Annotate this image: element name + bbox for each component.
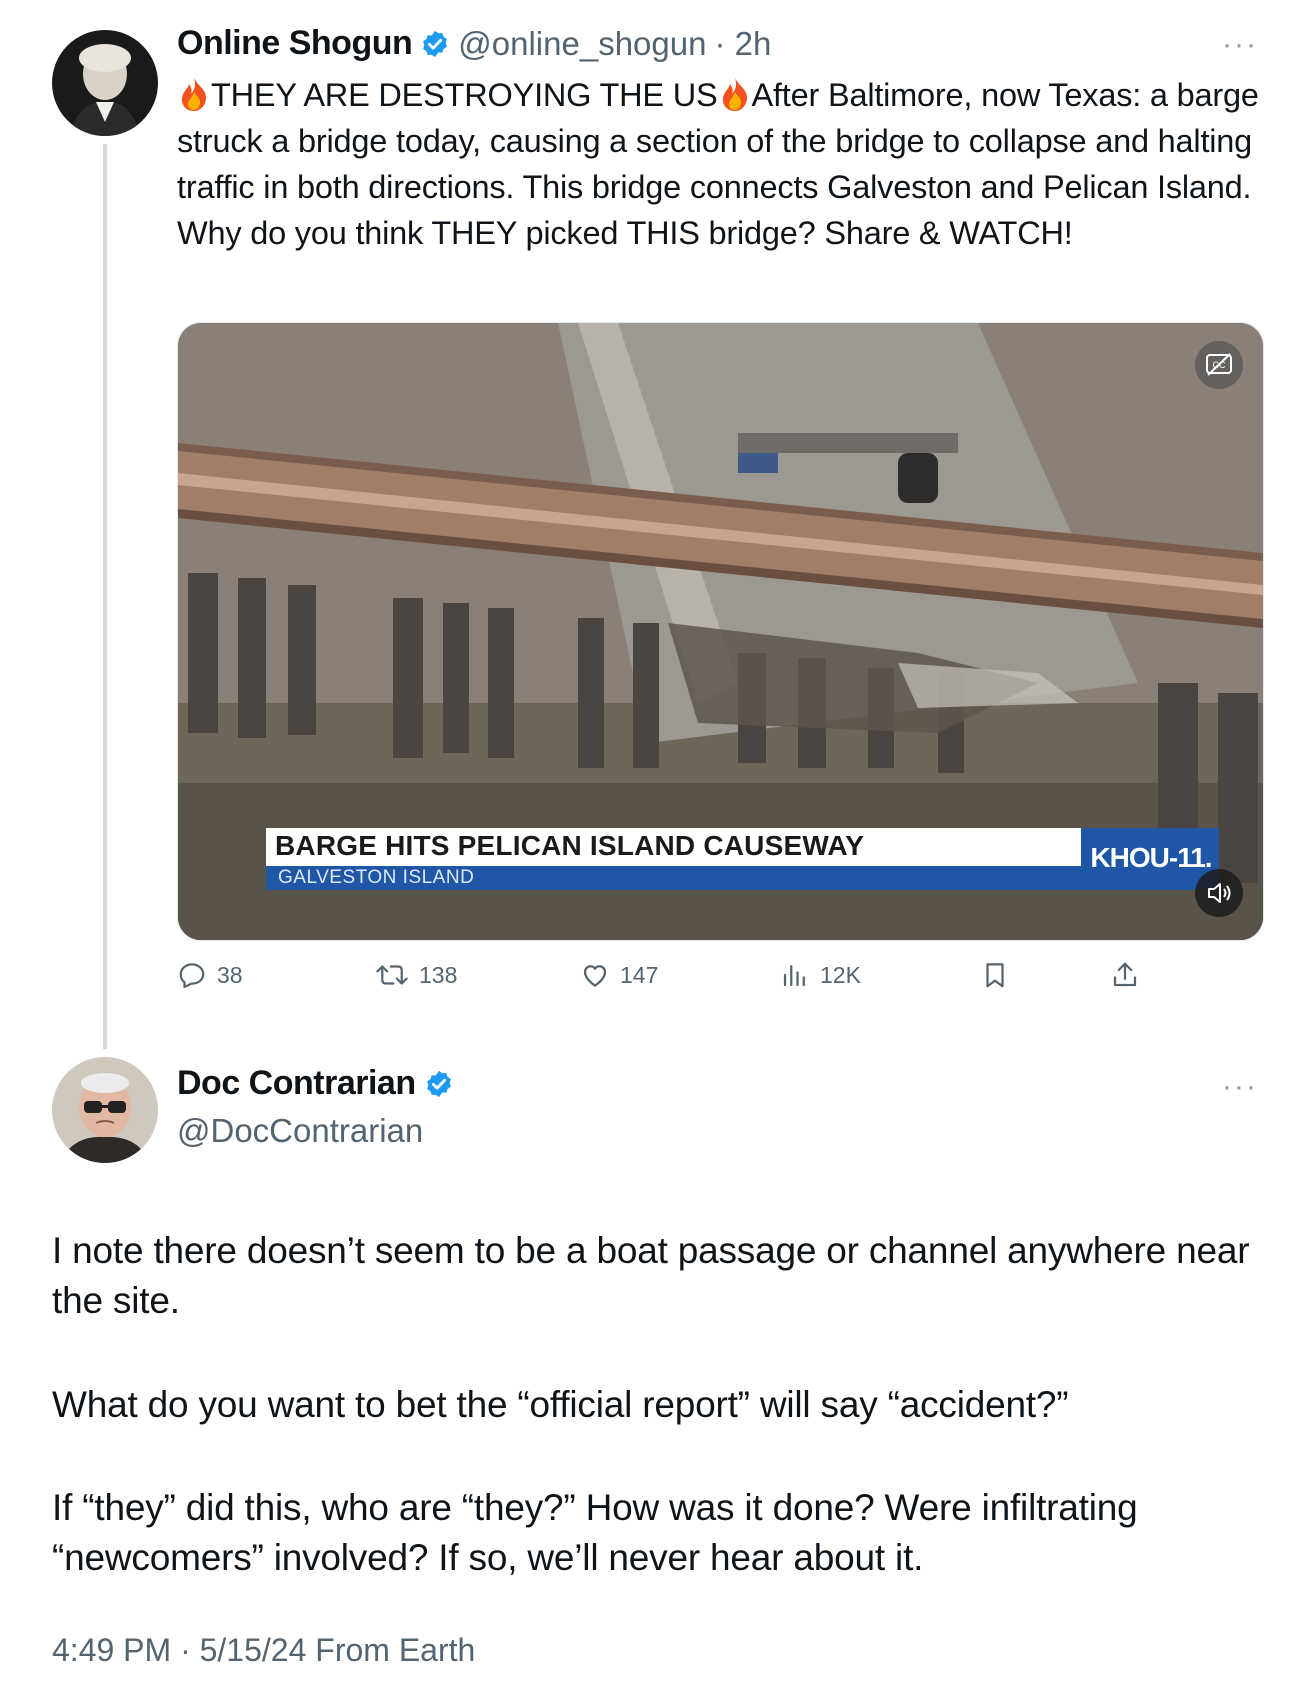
reply-paragraph-3: If “they” did this, who are “they?” How …: [52, 1487, 1138, 1578]
reply-header: Doc Contrarian: [177, 1064, 454, 1103]
more-options-icon[interactable]: ···: [1222, 28, 1258, 62]
author-handle[interactable]: @online_shogun: [458, 25, 706, 63]
reply-timestamp[interactable]: 4:49 PM · 5/15/24 From Earth: [52, 1632, 475, 1669]
repost-count: 138: [419, 961, 458, 988]
thread-line: [103, 144, 107, 1049]
station-logo: KHOU-11.: [1090, 842, 1212, 873]
reply-paragraph-1: I note there doesn’t seem to be a boat p…: [52, 1230, 1250, 1321]
post-text: THEY ARE DESTROYING THE US After Baltimo…: [177, 72, 1277, 256]
avatar-online-shogun[interactable]: [52, 30, 158, 136]
repost-button[interactable]: 138: [375, 960, 457, 990]
views-count: 12K: [820, 961, 861, 988]
share-icon: [1110, 960, 1140, 990]
reply-button[interactable]: 38: [177, 960, 243, 990]
post-text-part1: THEY ARE DESTROYING THE US: [211, 77, 718, 113]
avatar-doc-contrarian[interactable]: [52, 1057, 158, 1163]
reply-author-name[interactable]: Doc Contrarian: [177, 1064, 416, 1103]
verified-badge-icon: [420, 29, 450, 59]
volume-icon[interactable]: [1205, 879, 1233, 907]
video-subheadline: GALVESTON ISLAND: [278, 867, 475, 888]
post-text-part2: After Baltimore, now Texas: a: [751, 77, 1168, 113]
post-header: Online Shogun @online_shogun · 2h: [177, 24, 771, 63]
views-button[interactable]: 12K: [780, 960, 861, 990]
reply-count: 38: [217, 961, 243, 988]
fire-emoji-icon: [718, 76, 752, 112]
views-icon: [780, 960, 810, 990]
video-headline: BARGE HITS PELICAN ISLAND CAUSEWAY: [275, 830, 865, 861]
reply-icon: [177, 960, 207, 990]
fire-emoji-icon: [177, 76, 211, 112]
reply-more-options-icon[interactable]: ···: [1222, 1070, 1258, 1104]
repost-icon: [375, 960, 409, 990]
heart-icon: [580, 960, 610, 990]
author-name[interactable]: Online Shogun: [177, 24, 413, 63]
captions-off-icon[interactable]: CC: [1204, 351, 1234, 379]
like-count: 147: [620, 961, 659, 988]
like-button[interactable]: 147: [580, 960, 658, 990]
verified-badge-icon: [424, 1069, 454, 1099]
bookmark-icon: [980, 960, 1010, 990]
post-video[interactable]: BARGE HITS PELICAN ISLAND CAUSEWAY GALVE…: [177, 322, 1264, 941]
bookmark-button[interactable]: [980, 960, 1010, 990]
reply-author-handle[interactable]: @DocContrarian: [177, 1112, 423, 1150]
reply-paragraph-2: What do you want to bet the “official re…: [52, 1384, 1069, 1425]
share-button[interactable]: [1110, 960, 1140, 990]
post-time[interactable]: · 2h: [714, 25, 771, 63]
